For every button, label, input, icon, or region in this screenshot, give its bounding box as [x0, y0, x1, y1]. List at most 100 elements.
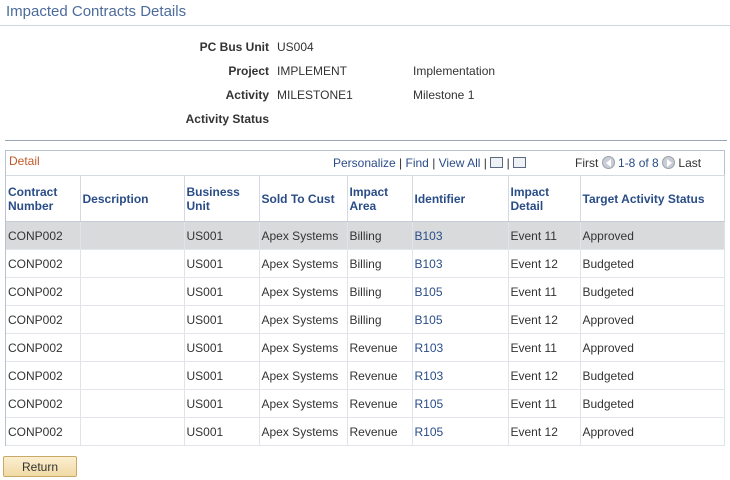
column-header[interactable]: Impact Area — [347, 175, 413, 222]
table-cell: Apex Systems — [259, 361, 348, 390]
personalize-link[interactable]: Personalize — [333, 156, 396, 170]
grid-pager: First 1-8 of 8 Last — [575, 156, 701, 170]
table-row[interactable]: CONP002 US001 Apex Systems Billing B105 … — [6, 305, 725, 334]
page-title: Impacted Contracts Details — [6, 3, 187, 20]
table-row[interactable]: CONP002 US001 Apex Systems Revenue R103 … — [6, 361, 725, 390]
table-row[interactable]: CONP002 US001 Apex Systems Revenue R103 … — [6, 333, 725, 362]
contracts-table: Contract Number Description Business Uni… — [6, 175, 725, 446]
zoom-icon[interactable] — [490, 157, 504, 168]
table-cell: Event 12 — [508, 417, 581, 446]
table-cell: CONP002 — [6, 389, 81, 418]
table-row[interactable]: CONP002 US001 Apex Systems Billing B103 … — [6, 221, 725, 250]
table-cell: Billing — [347, 249, 413, 278]
column-header[interactable]: Contract Number — [6, 175, 81, 222]
column-header[interactable]: Identifier — [412, 175, 509, 222]
field-pc-bus-unit: PC Bus Unit US004 — [0, 40, 730, 56]
return-button[interactable]: Return — [3, 456, 77, 477]
table-cell: Budgeted — [580, 389, 725, 418]
find-link[interactable]: Find — [406, 156, 429, 170]
table-cell: Apex Systems — [259, 389, 348, 418]
table-cell: Budgeted — [580, 249, 725, 278]
column-header[interactable]: Target Activity Status — [580, 175, 725, 222]
table-row[interactable]: CONP002 US001 Apex Systems Revenue R105 … — [6, 389, 725, 418]
table-cell — [80, 361, 185, 390]
last-label[interactable]: Last — [678, 156, 701, 170]
table-cell: Event 11 — [508, 277, 581, 306]
previous-arrow-icon[interactable] — [601, 156, 615, 169]
table-cell: Event 11 — [508, 389, 581, 418]
section-divider — [5, 140, 727, 141]
field-activity-status: Activity Status — [0, 112, 730, 128]
table-cell: Approved — [580, 305, 725, 334]
field-label: PC Bus Unit — [199, 40, 269, 54]
column-header[interactable]: Impact Detail — [508, 175, 581, 222]
table-header-row: Contract Number Description Business Uni… — [6, 175, 725, 222]
field-label: Activity — [225, 88, 269, 102]
field-value: IMPLEMENT — [277, 64, 348, 78]
grid-header-bar: Detail Personalize | Find | View All | |… — [6, 151, 724, 175]
table-row[interactable]: CONP002 US001 Apex Systems Billing B105 … — [6, 277, 725, 306]
grid-caption: Detail — [9, 154, 40, 168]
identifier-link[interactable]: B105 — [412, 277, 509, 306]
first-label[interactable]: First — [575, 156, 598, 170]
table-cell: Apex Systems — [259, 249, 348, 278]
table-cell: CONP002 — [6, 277, 81, 306]
identifier-link[interactable]: B103 — [412, 221, 509, 250]
table-cell: CONP002 — [6, 249, 81, 278]
table-cell — [80, 389, 185, 418]
table-cell: Approved — [580, 417, 725, 446]
table-cell: US001 — [184, 417, 260, 446]
identifier-link[interactable]: R105 — [412, 389, 509, 418]
identifier-link[interactable]: R103 — [412, 333, 509, 362]
view-all-link[interactable]: View All — [439, 156, 481, 170]
table-cell: Event 12 — [508, 361, 581, 390]
field-value: MILESTONE1 — [277, 88, 353, 102]
table-cell: Billing — [347, 277, 413, 306]
field-project: Project IMPLEMENT Implementation — [0, 64, 730, 80]
table-cell: US001 — [184, 361, 260, 390]
table-cell: Revenue — [347, 389, 413, 418]
table-cell: CONP002 — [6, 305, 81, 334]
table-cell: Approved — [580, 333, 725, 362]
identifier-link[interactable]: B103 — [412, 249, 509, 278]
table-cell: Event 11 — [508, 333, 581, 362]
field-activity: Activity MILESTONE1 Milestone 1 — [0, 88, 730, 104]
table-cell: Revenue — [347, 333, 413, 362]
identifier-link[interactable]: B105 — [412, 305, 509, 334]
table-cell: US001 — [184, 305, 260, 334]
table-cell: Billing — [347, 221, 413, 250]
table-cell: US001 — [184, 333, 260, 362]
table-cell — [80, 417, 185, 446]
table-cell — [80, 333, 185, 362]
next-arrow-icon[interactable] — [662, 156, 676, 169]
field-description: Milestone 1 — [413, 88, 475, 102]
table-cell: Apex Systems — [259, 417, 348, 446]
table-cell: Event 12 — [508, 305, 581, 334]
table-cell: CONP002 — [6, 221, 81, 250]
table-cell: US001 — [184, 277, 260, 306]
table-cell: US001 — [184, 221, 260, 250]
table-row[interactable]: CONP002 US001 Apex Systems Revenue R105 … — [6, 417, 725, 446]
field-label: Project — [228, 64, 269, 78]
table-cell: Event 12 — [508, 249, 581, 278]
table-cell: Revenue — [347, 417, 413, 446]
table-cell — [80, 221, 185, 250]
field-description: Implementation — [413, 64, 496, 78]
table-cell: US001 — [184, 249, 260, 278]
table-cell: CONP002 — [6, 361, 81, 390]
column-header[interactable]: Business Unit — [184, 175, 260, 222]
table-cell: Budgeted — [580, 361, 725, 390]
identifier-link[interactable]: R103 — [412, 361, 509, 390]
table-cell: Apex Systems — [259, 305, 348, 334]
column-header[interactable]: Description — [80, 175, 185, 222]
column-header[interactable]: Sold To Cust — [259, 175, 348, 222]
table-cell: Billing — [347, 305, 413, 334]
identifier-link[interactable]: R105 — [412, 417, 509, 446]
table-cell: Budgeted — [580, 277, 725, 306]
table-cell — [80, 249, 185, 278]
field-value: US004 — [277, 40, 314, 54]
download-grid-icon[interactable] — [513, 157, 527, 168]
table-cell: Apex Systems — [259, 221, 348, 250]
table-cell: US001 — [184, 389, 260, 418]
table-row[interactable]: CONP002 US001 Apex Systems Billing B103 … — [6, 249, 725, 278]
